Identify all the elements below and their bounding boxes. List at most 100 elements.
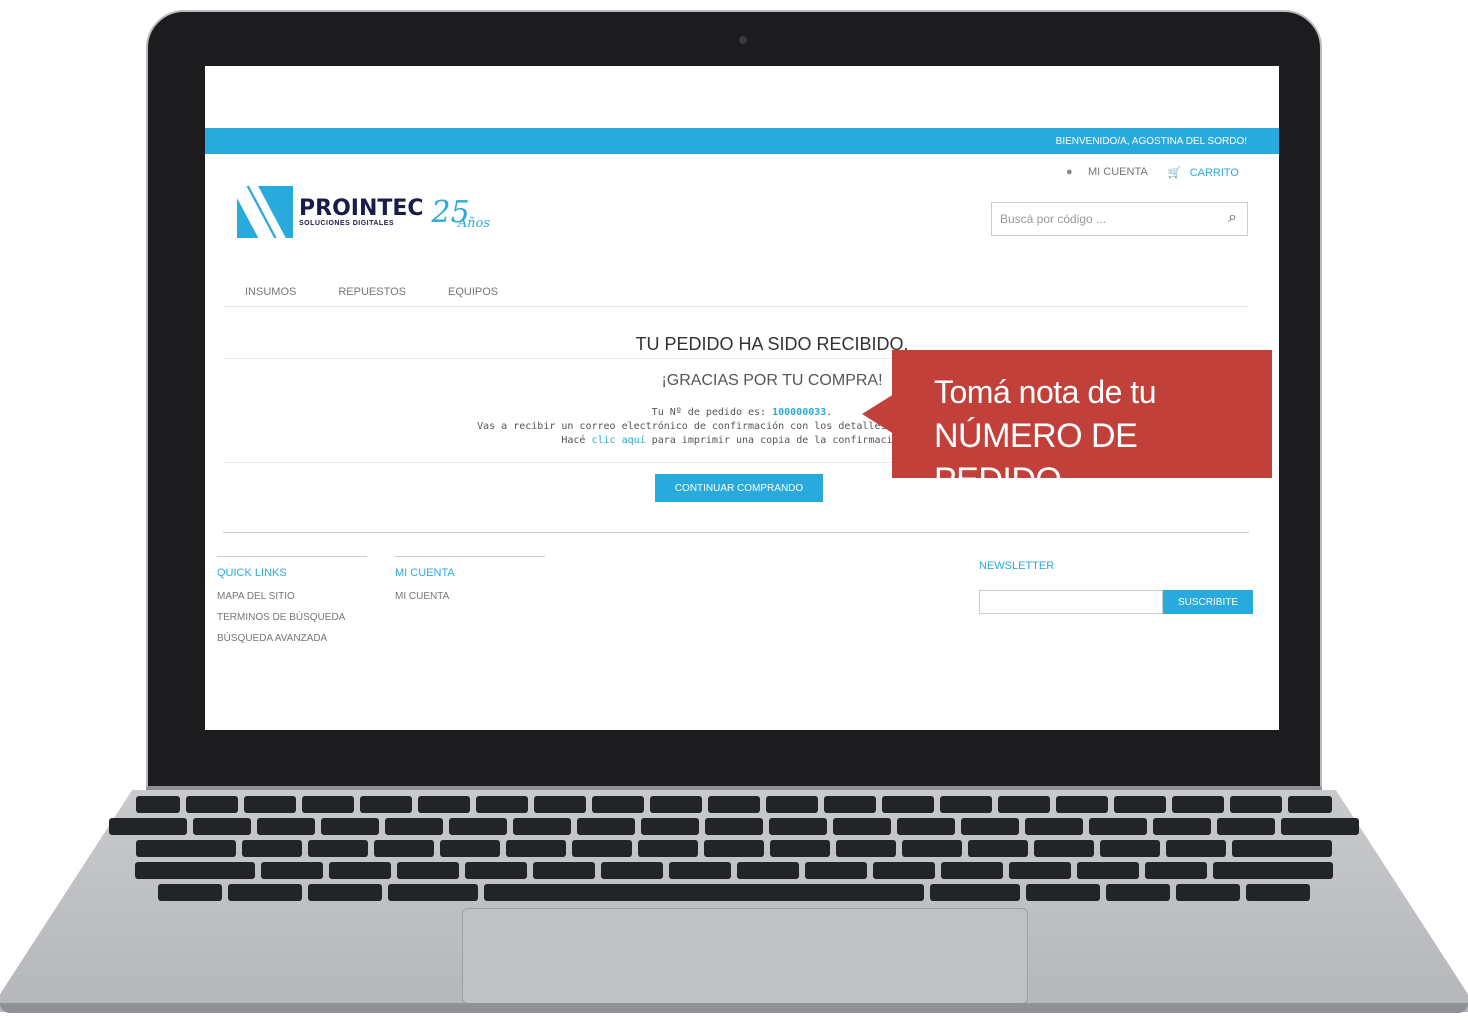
- key: [1230, 796, 1282, 813]
- key: [1114, 796, 1166, 813]
- key: [592, 796, 644, 813]
- key: [1153, 818, 1211, 835]
- key: [321, 818, 379, 835]
- key: [873, 862, 935, 879]
- continue-shopping-button[interactable]: CONTINUAR COMPRANDO: [655, 474, 823, 502]
- key: [1026, 884, 1100, 901]
- cart-link[interactable]: 🛒 CARRITO: [1168, 166, 1239, 179]
- user-icon: ●: [1066, 166, 1073, 178]
- key: [1176, 884, 1240, 901]
- key: [418, 796, 470, 813]
- main-nav: INSUMOS REPUESTOS EQUIPOS: [245, 286, 498, 298]
- keyboard: [0, 796, 1468, 908]
- key: [257, 818, 315, 835]
- key: [186, 796, 238, 813]
- key: [1288, 796, 1332, 813]
- key: [533, 862, 595, 879]
- nav-item-repuestos[interactable]: REPUESTOS: [338, 286, 406, 298]
- key: [193, 818, 251, 835]
- footer-link-advanced-search[interactable]: BÚSQUEDA AVANZADA: [217, 628, 367, 649]
- key: [1232, 840, 1332, 857]
- key: [261, 862, 323, 879]
- key: [1106, 884, 1170, 901]
- brand-name: PROINTEC: [299, 195, 424, 221]
- key: [1281, 818, 1359, 835]
- key: [669, 862, 731, 879]
- key: [930, 884, 1020, 901]
- search-icon[interactable]: ⌕: [1228, 209, 1237, 227]
- key: [135, 862, 255, 879]
- footer-link-my-account[interactable]: MI CUENTA: [395, 586, 545, 607]
- footer-link-search-terms[interactable]: TERMINOS DE BÚSQUEDA: [217, 607, 367, 628]
- nav-item-equipos[interactable]: EQUIPOS: [448, 286, 498, 298]
- key: [136, 840, 236, 857]
- key: [374, 840, 434, 857]
- key: [1034, 840, 1094, 857]
- key: [836, 840, 896, 857]
- laptop-mockup: BIENVENIDO/A, AGOSTINA DEL SORDO! ● MI CU…: [0, 0, 1468, 1020]
- logo-mark-icon: [237, 186, 293, 238]
- site-logo[interactable]: PROINTEC SOLUCIONES DIGITALES 25 Años: [237, 186, 490, 238]
- print-link[interactable]: clic aquí: [591, 435, 645, 446]
- search-placeholder: Buscá por código ...: [1000, 212, 1107, 226]
- key: [388, 884, 478, 901]
- key: [1025, 818, 1083, 835]
- key: [998, 796, 1050, 813]
- key: [228, 884, 302, 901]
- key: [1172, 796, 1224, 813]
- key: [770, 840, 830, 857]
- brand-years-word: Años: [457, 215, 490, 231]
- key: [941, 862, 1003, 879]
- key: [1246, 884, 1310, 901]
- newsletter-email-input[interactable]: [979, 590, 1163, 614]
- nav-divider: [223, 306, 1249, 307]
- key: [705, 818, 763, 835]
- key: [329, 862, 391, 879]
- key: [1077, 862, 1139, 879]
- key: [824, 796, 876, 813]
- my-account-link[interactable]: ● MI CUENTA: [1066, 166, 1148, 179]
- key: [572, 840, 632, 857]
- page-title: TU PEDIDO HA SIDO RECIBIDO.: [635, 334, 909, 354]
- key-row: [109, 818, 1359, 835]
- order-number-callout: Tomá nota de tu NÚMERO DE PEDIDO: [892, 350, 1272, 499]
- nav-item-insumos[interactable]: INSUMOS: [245, 286, 296, 298]
- key: [136, 796, 180, 813]
- key: [704, 840, 764, 857]
- cart-label: CARRITO: [1189, 167, 1239, 179]
- key: [577, 818, 635, 835]
- key: [158, 884, 222, 901]
- key: [242, 840, 302, 857]
- key: [440, 840, 500, 857]
- camera-icon: [739, 36, 747, 44]
- key-row: [135, 862, 1333, 879]
- key: [708, 796, 760, 813]
- key: [308, 884, 382, 901]
- footer-link-site-map[interactable]: MAPA DEL SITIO: [217, 586, 367, 607]
- key: [534, 796, 586, 813]
- subscribe-button[interactable]: SUSCRIBITE: [1163, 590, 1253, 614]
- key: [449, 818, 507, 835]
- trackpad[interactable]: [462, 908, 1028, 1004]
- newsletter-title: NEWSLETTER: [979, 560, 1055, 572]
- key: [476, 796, 528, 813]
- key: [1145, 862, 1207, 879]
- key-row: [158, 884, 1310, 901]
- search-box[interactable]: Buscá por código ... ⌕: [991, 202, 1248, 236]
- key-row: [136, 796, 1332, 813]
- key: [1100, 840, 1160, 857]
- key: [1089, 818, 1147, 835]
- key: [1217, 818, 1275, 835]
- order-number[interactable]: 100000033: [772, 407, 826, 418]
- laptop-base-edge: [0, 1003, 1468, 1013]
- key: [1213, 862, 1333, 879]
- key: [638, 840, 698, 857]
- callout-pointer: [862, 394, 894, 434]
- key: [961, 818, 1019, 835]
- key: [968, 840, 1028, 857]
- key: [506, 840, 566, 857]
- key: [1166, 840, 1226, 857]
- welcome-bar: BIENVENIDO/A, AGOSTINA DEL SORDO!: [205, 128, 1279, 154]
- key: [940, 796, 992, 813]
- key: [385, 818, 443, 835]
